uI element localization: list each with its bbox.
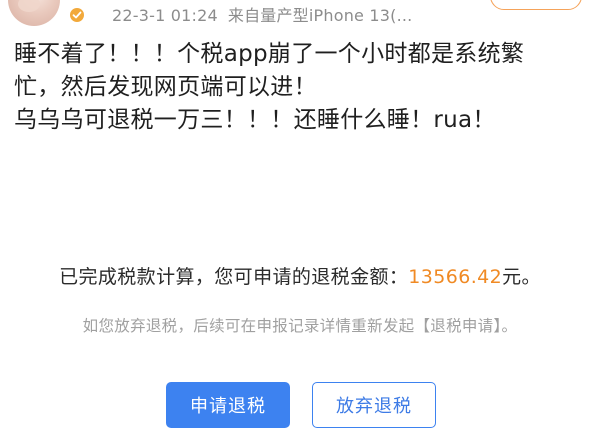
avatar-image: [18, 0, 40, 12]
apply-refund-button[interactable]: 申请退税: [166, 382, 290, 428]
checkmark-icon: [72, 11, 82, 19]
avatar[interactable]: [8, 0, 60, 26]
post-device[interactable]: 量产型iPhone 13(...: [260, 6, 412, 25]
follow-button[interactable]: [490, 0, 582, 10]
waive-refund-button[interactable]: 放弃退税: [312, 382, 436, 428]
post-timestamp: 22-3-1 01:24: [112, 6, 218, 25]
post-text-line: 睡不着了！！！个税app崩了一个小时都是系统繁: [14, 41, 525, 67]
refund-screenshot: 已完成税款计算，您可申请的退税金额：13566.42元。 如您放弃退税，后续可在…: [0, 250, 600, 430]
post-source-prefix: 来自: [227, 6, 261, 25]
refund-amount-line: 已完成税款计算，您可申请的退税金额：13566.42元。: [0, 262, 600, 289]
post-body: 睡不着了！！！个税app崩了一个小时都是系统繁 忙，然后发现网页端可以进！ 乌乌…: [14, 38, 594, 137]
post-header: 22-3-1 01:24 来自量产型iPhone 13(...: [0, 0, 600, 30]
post-text-line: 乌乌乌可退税一万三！！！还睡什么睡！rua！: [14, 107, 496, 133]
post-meta: 22-3-1 01:24 来自量产型iPhone 13(...: [112, 2, 412, 26]
post-text-line: 忙，然后发现网页端可以进！: [14, 74, 317, 100]
refund-amount-suffix: 元。: [502, 266, 541, 288]
verified-badge-icon: [68, 6, 86, 24]
refund-amount-prefix: 已完成税款计算，您可申请的退税金额：: [59, 266, 409, 288]
refund-note: 如您放弃退税，后续可在申报记录详情重新发起【退税申请】。: [82, 317, 518, 335]
refund-amount-value: 13566.42: [408, 266, 503, 288]
